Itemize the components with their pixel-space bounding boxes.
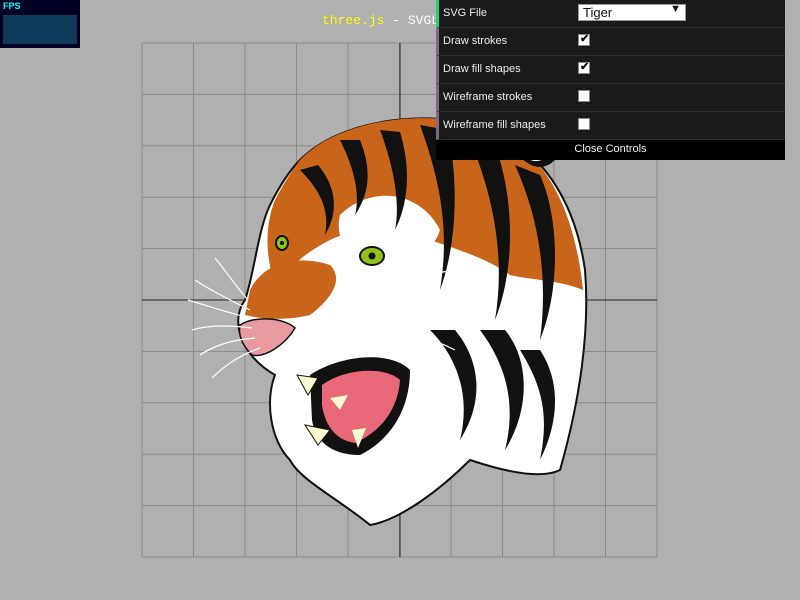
- draw-fill-row: Draw fill shapes ✔: [436, 56, 785, 84]
- wireframe-fill-label: Wireframe fill shapes: [443, 119, 546, 131]
- wireframe-strokes-label: Wireframe strokes: [443, 91, 533, 103]
- fps-stats-panel[interactable]: FPS: [0, 0, 80, 48]
- draw-fill-label: Draw fill shapes: [443, 63, 521, 75]
- fps-label: FPS: [3, 1, 21, 11]
- wireframe-strokes-checkbox[interactable]: [578, 90, 590, 102]
- tiger-image: [187, 117, 588, 527]
- close-controls-button[interactable]: Close Controls: [436, 140, 785, 160]
- triangle-down-icon: ▼: [670, 3, 681, 15]
- threejs-link[interactable]: three.js: [322, 13, 384, 28]
- draw-strokes-row: Draw strokes ✔: [436, 28, 785, 56]
- draw-strokes-checkbox[interactable]: ✔: [578, 33, 590, 46]
- fps-graph: [3, 15, 77, 44]
- svg-file-select[interactable]: Tiger ▼: [578, 3, 686, 21]
- svg-file-value: Tiger: [583, 5, 613, 20]
- draw-strokes-label: Draw strokes: [443, 35, 508, 47]
- svg-file-row: SVG File Tiger ▼: [436, 0, 785, 28]
- wireframe-fill-row: Wireframe fill shapes: [436, 112, 785, 140]
- wireframe-fill-checkbox[interactable]: [578, 118, 590, 130]
- draw-fill-checkbox[interactable]: ✔: [578, 61, 590, 74]
- check-icon: ✔: [580, 61, 590, 73]
- svg-file-label: SVG File: [443, 7, 488, 19]
- check-icon: ✔: [580, 33, 590, 45]
- wireframe-strokes-row: Wireframe strokes: [436, 84, 785, 112]
- info-separator: -: [392, 13, 401, 28]
- controls-panel: SVG File Tiger ▼ Draw strokes ✔ Draw fil…: [436, 0, 785, 160]
